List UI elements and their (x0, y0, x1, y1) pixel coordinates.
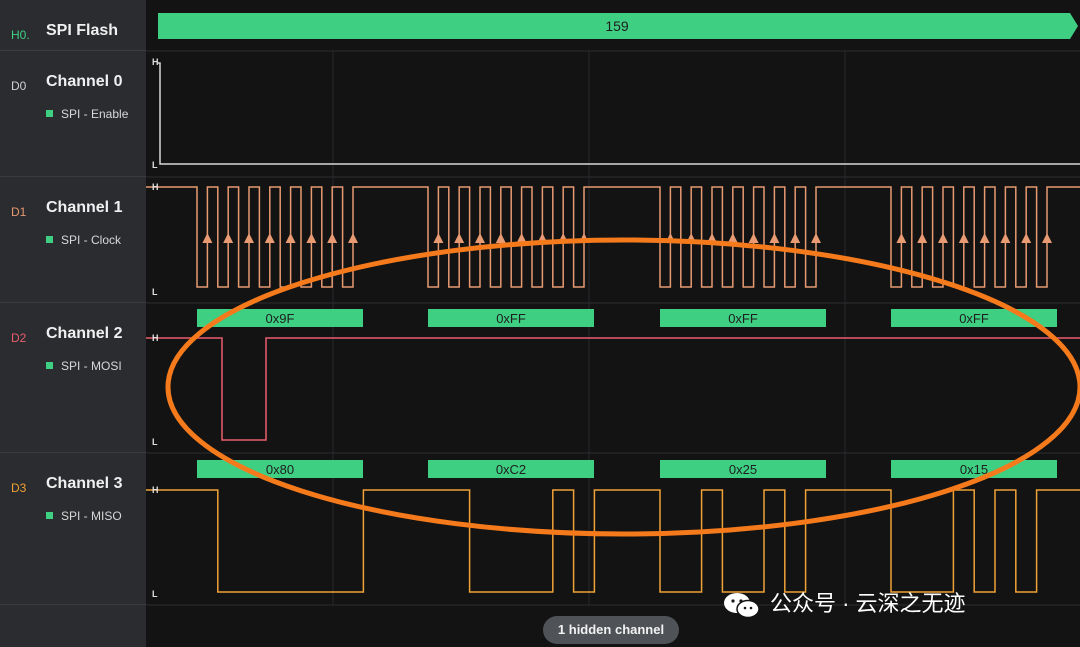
clock-edge-arrow (979, 233, 990, 243)
logic-analyzer-app: H0. SPI Flash D0 Channel 0 SPI - Enable … (0, 0, 1080, 647)
clock-edge-arrow (748, 233, 759, 243)
clock-edge-arrow (327, 233, 338, 243)
byte-value: 0xC2 (496, 462, 526, 477)
clock-edge-arrow (938, 233, 948, 243)
channel-2-trace (146, 337, 1080, 441)
byte-value: 0x80 (266, 462, 294, 477)
clock-edge-arrow (348, 233, 358, 243)
clock-edge-arrow (306, 233, 317, 243)
clock-edge-arrow (958, 233, 969, 243)
clock-edge-arrow (495, 233, 506, 243)
channel-1-trace (146, 186, 1080, 288)
clock-edge-arrow (1042, 233, 1052, 243)
clock-edge-arrow (1021, 233, 1032, 243)
mosi-byte-annotations[interactable]: 0x9F 0xFF 0xFF 0xFF (197, 309, 1057, 327)
clock-edge-arrow (790, 233, 801, 243)
miso-byte-annotations[interactable]: 0x80 0xC2 0x25 0x15 (197, 460, 1057, 478)
level-low-label: L (152, 160, 158, 170)
watermark: 公众号 · 云深之无迹 (722, 589, 966, 619)
clock-edge-arrow (811, 233, 821, 243)
clock-edge-arrow (1000, 233, 1011, 243)
channel-0-trace (158, 62, 1080, 165)
level-low-label: L (152, 589, 158, 599)
clock-edge-arrow (475, 233, 485, 243)
clock-edge-arrow (202, 233, 213, 243)
clock-edge-arrow (896, 233, 907, 243)
level-high-label: H (152, 57, 159, 67)
clock-edge-arrow (285, 233, 296, 243)
waveform-canvas: 159 0x9F 0xFF 0xFF 0xFF 0x80 0xC2 0x25 0x15 (146, 13, 1080, 606)
decoder-value: 159 (605, 18, 629, 34)
hidden-channel-button[interactable]: 1 hidden channel (543, 616, 679, 644)
clock-edge-arrow (433, 233, 444, 243)
byte-value: 0xFF (496, 311, 526, 326)
clock-edge-arrow (769, 233, 780, 243)
byte-value: 0xFF (728, 311, 758, 326)
level-low-label: L (152, 437, 158, 447)
level-low-label: L (152, 287, 158, 297)
byte-value: 0xFF (959, 311, 989, 326)
clock-edge-arrow (917, 233, 928, 243)
wechat-icon (724, 593, 760, 619)
clock-edge-arrow (264, 233, 275, 243)
level-high-label: H (152, 182, 159, 192)
byte-value: 0x9F (266, 311, 295, 326)
byte-value: 0x25 (729, 462, 757, 477)
clock-edge-arrow (454, 233, 465, 243)
clock-edge-arrow (223, 233, 234, 243)
level-high-label: H (152, 485, 159, 495)
clock-edge-arrow (244, 233, 254, 243)
channel-3-trace (146, 489, 1080, 593)
level-high-label: H (152, 333, 159, 343)
